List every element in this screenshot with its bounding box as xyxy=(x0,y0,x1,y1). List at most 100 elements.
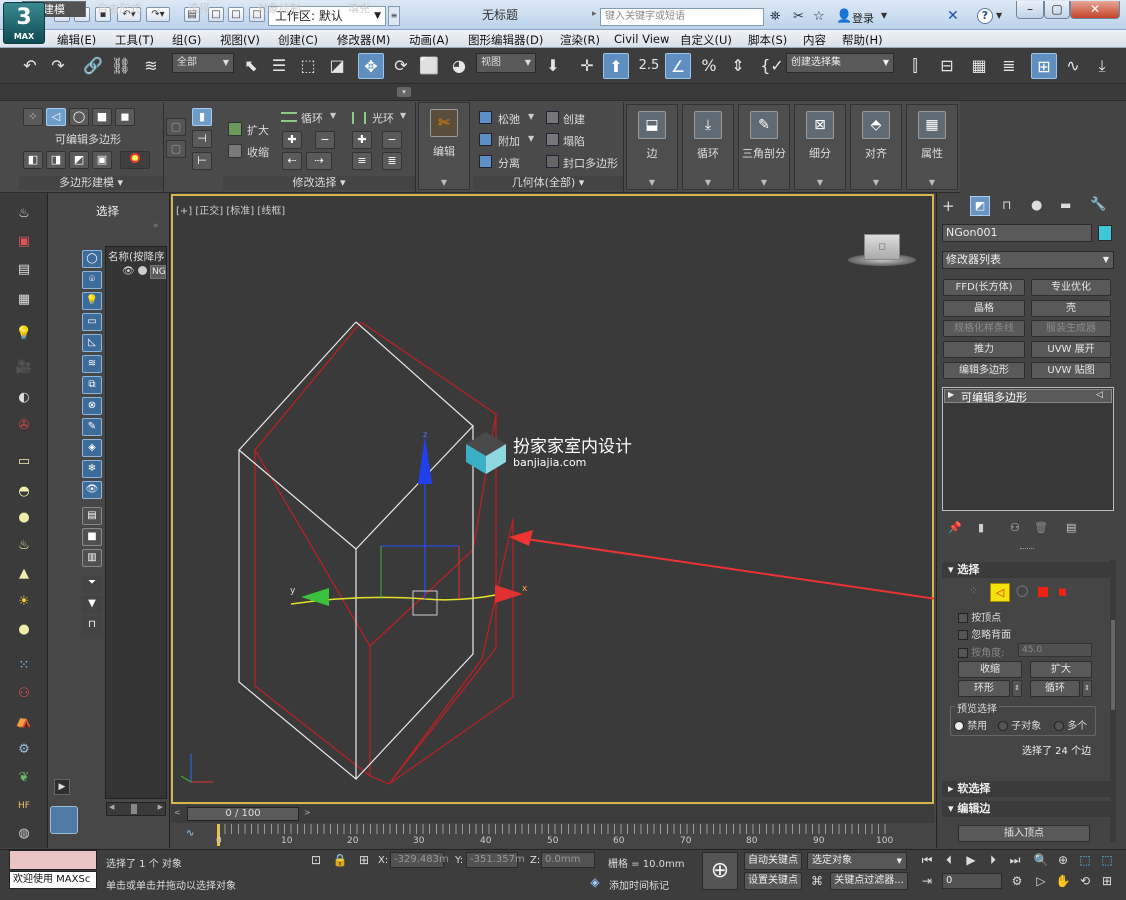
exchange-x-icon[interactable]: ✕ xyxy=(947,8,959,24)
border-mode-icon[interactable]: ◯ xyxy=(69,108,89,126)
ribbon-tab-object-paint[interactable]: 对象绘制 xyxy=(257,1,301,17)
display-helpers-icon[interactable]: ◺ xyxy=(82,334,102,352)
edge-mode-icon[interactable]: ◁ xyxy=(46,108,66,126)
display-shapes-icon[interactable]: ⌾ xyxy=(82,271,102,289)
keyboard-shortcut-override-icon[interactable]: ⬆ xyxy=(603,53,629,79)
preview-subobj-radio[interactable]: 子对象 xyxy=(998,717,1041,732)
modifier-lattice[interactable]: 晶格 xyxy=(943,300,1025,317)
isolate-selection-icon[interactable]: ⊡ xyxy=(307,851,325,869)
freeze-icon[interactable] xyxy=(138,266,147,275)
by-vertex-checkbox[interactable]: 按顶点 xyxy=(958,609,1001,624)
collapse-label[interactable]: 塌陷 xyxy=(563,133,585,149)
loop-label[interactable]: 循环 xyxy=(301,110,323,126)
display-bones-icon[interactable]: ✎ xyxy=(82,418,102,436)
field-of-view-icon[interactable]: ▷ xyxy=(1032,872,1050,890)
shell-icon[interactable]: ◍ xyxy=(12,823,36,845)
element-mode-icon[interactable]: ◼ xyxy=(115,108,135,126)
window2-icon[interactable]: □ xyxy=(228,7,244,22)
modifier-shell[interactable]: 壳 xyxy=(1031,300,1111,317)
loop-mode-icon[interactable]: ⇢ xyxy=(306,152,332,170)
material-editor-icon[interactable]: ▣ xyxy=(12,231,36,253)
ring-mode-icon[interactable]: ≣ xyxy=(382,152,402,170)
bind-space-warp-icon[interactable]: ≋ xyxy=(138,53,164,79)
toggle-ribbon-icon[interactable]: ≣ xyxy=(996,53,1022,79)
workspace-menu-icon[interactable]: ≡ xyxy=(388,6,400,26)
modifier-garment-maker[interactable]: 服装生成器 xyxy=(1031,320,1111,337)
poly-group-label[interactable]: 多边形建模 ▾ xyxy=(19,176,163,190)
loop-shrink-icon[interactable]: − xyxy=(315,131,335,149)
go-to-end-icon[interactable]: ⏭ xyxy=(1006,851,1024,869)
modifier-uvw-map[interactable]: UVW 贴图 xyxy=(1031,362,1111,379)
key-mode-toggle-icon[interactable]: ⇥ xyxy=(918,872,936,890)
menu-scripting[interactable]: 脚本(S) xyxy=(748,32,787,48)
ball-icon[interactable]: ● xyxy=(12,619,36,641)
add-time-tag-text[interactable]: 添加时间标记 xyxy=(609,877,669,892)
preview-off-radio[interactable]: 禁用 xyxy=(954,717,987,732)
attach-label[interactable]: 附加 xyxy=(498,133,520,149)
pivot-center-icon[interactable]: ⬇ xyxy=(540,53,566,79)
pan-hand-icon[interactable]: ✋ xyxy=(1054,872,1072,890)
ring-shrink-icon[interactable]: − xyxy=(382,131,402,149)
tools-icon[interactable]: ✂ xyxy=(793,9,804,24)
help-icon[interactable]: ? xyxy=(977,8,993,24)
create-tab-icon[interactable]: + xyxy=(942,197,955,215)
modifier-push[interactable]: 推力 xyxy=(943,341,1025,358)
cap-poly-label[interactable]: 封口多边形 xyxy=(563,155,618,171)
menu-view[interactable]: 视图(V) xyxy=(220,32,260,48)
menu-content[interactable]: 内容 xyxy=(803,32,826,48)
render-icon[interactable]: ◐ xyxy=(12,387,36,409)
edges-button[interactable]: ⬓ 边 ▼ xyxy=(626,104,678,190)
display-spacewarps-icon[interactable]: ≋ xyxy=(82,355,102,373)
gizmo-x-cone[interactable] xyxy=(495,585,523,603)
horizontal-scrollbar[interactable]: ◀ ▶ xyxy=(106,802,166,816)
relax-icon[interactable] xyxy=(479,111,492,124)
show-end-result-icon[interactable]: ▮ xyxy=(978,521,984,534)
border-mode-icon[interactable]: ◯ xyxy=(1016,584,1028,597)
constraint-edge-icon[interactable]: ▢ xyxy=(166,140,186,158)
cone-icon[interactable]: ▲ xyxy=(12,563,36,585)
menu-customize[interactable]: 自定义(U) xyxy=(680,32,732,48)
menu-modifiers[interactable]: 修改器(M) xyxy=(337,32,390,48)
attach-dropdown-icon[interactable]: ▼ xyxy=(528,134,534,143)
more-icon[interactable]: » xyxy=(153,221,159,231)
rect-selection-icon[interactable]: ⬚ xyxy=(295,53,321,79)
detach-icon[interactable] xyxy=(479,155,492,168)
scroll-left-icon[interactable]: ◀ xyxy=(109,803,114,811)
place-icon[interactable]: ◕ xyxy=(446,53,472,79)
collapse-icon[interactable] xyxy=(546,133,559,146)
menu-group[interactable]: 组(G) xyxy=(172,32,201,48)
selection-lock-icon[interactable]: 🔒 xyxy=(331,851,349,869)
ribbon-tab-freeform[interactable]: 自由形式 xyxy=(97,1,141,17)
table-icon[interactable]: ▦ xyxy=(12,289,36,311)
edge-mode-icon[interactable]: ◁ xyxy=(990,583,1010,602)
maxscript-output[interactable]: 欢迎使用 MAXSc xyxy=(9,871,97,889)
select-by-name-icon[interactable]: ☰ xyxy=(266,53,292,79)
menu-rendering[interactable]: 渲染(R) xyxy=(560,32,600,48)
rotate-icon[interactable]: ⟳ xyxy=(388,53,414,79)
previous-frame-icon[interactable]: ⏴ xyxy=(940,851,958,869)
zoom-icon[interactable]: 🔍 xyxy=(1032,851,1050,869)
attach-icon[interactable] xyxy=(479,133,492,146)
viewcube-front-icon[interactable]: ◻ xyxy=(864,234,900,260)
grass-icon[interactable]: ❦ xyxy=(12,767,36,789)
angle-spinner[interactable]: 45.0 xyxy=(1018,643,1092,657)
name-column-header[interactable]: 名称(按降序 xyxy=(108,249,166,264)
app-logo-button[interactable]: 3 MAX xyxy=(3,2,45,44)
detach-label[interactable]: 分离 xyxy=(498,155,520,171)
properties-button[interactable]: ▦ 属性 ▼ xyxy=(906,104,958,190)
menu-help[interactable]: 帮助(H) xyxy=(842,32,883,48)
loop-icon[interactable] xyxy=(281,112,297,122)
close-button[interactable]: ✕ xyxy=(1070,1,1120,19)
absolute-mode-icon[interactable]: ⊞ xyxy=(355,851,373,869)
scene-object-list[interactable] xyxy=(105,246,167,799)
teapot-primitive-icon[interactable]: ♨ xyxy=(12,535,36,557)
window-crossing-icon[interactable]: ◪ xyxy=(324,53,350,79)
subdivision-button[interactable]: ⊠ 细分 ▼ xyxy=(794,104,846,190)
play-icon[interactable]: ▶ xyxy=(962,851,980,869)
current-frame-field[interactable]: 0 xyxy=(942,873,1002,889)
modifier-stack[interactable] xyxy=(942,387,1114,511)
polygon-mode-icon[interactable] xyxy=(1038,587,1048,597)
select-manipulate-icon[interactable]: ✛ xyxy=(574,53,600,79)
grow-button[interactable]: 扩大 xyxy=(1030,661,1092,678)
configure-modifier-sets-icon[interactable]: ▤ xyxy=(1066,521,1076,534)
